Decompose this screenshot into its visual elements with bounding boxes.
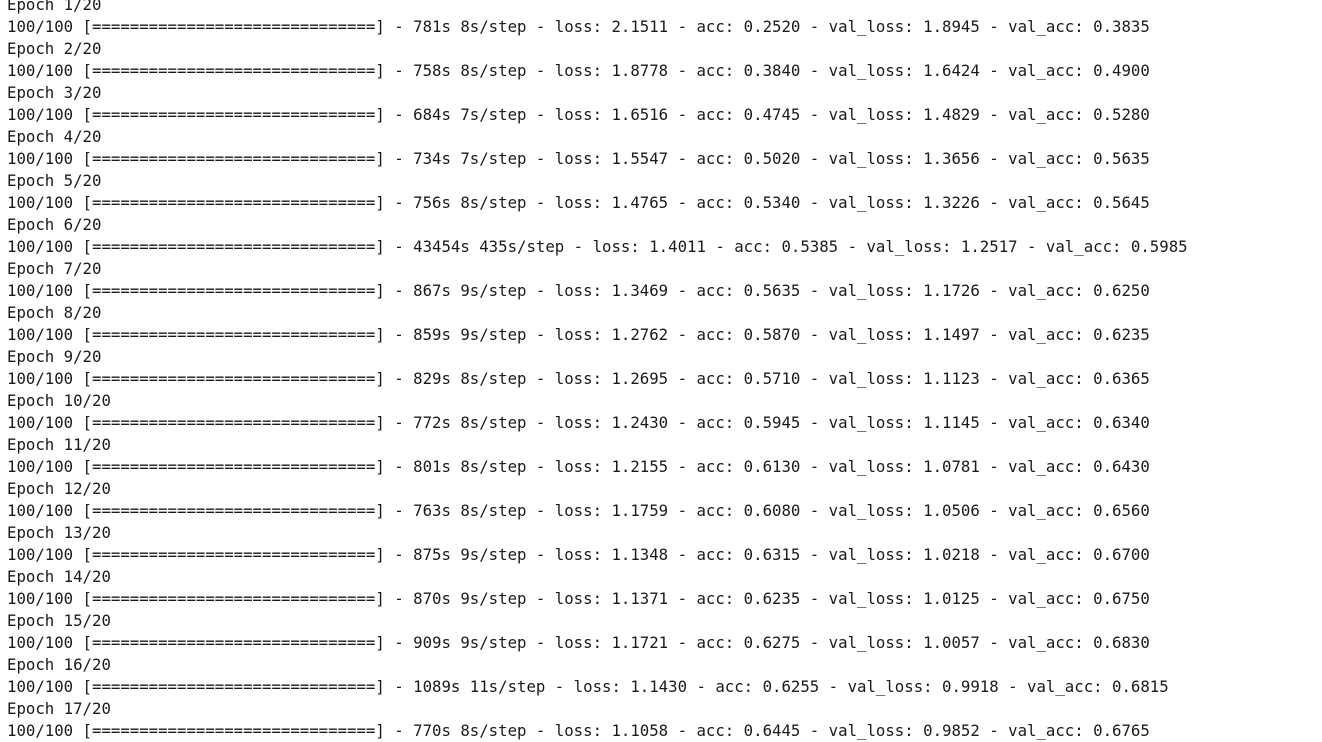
epoch-header: Epoch 14/20 xyxy=(7,567,111,586)
epoch-block: Epoch 13/20 100/100 [===================… xyxy=(7,522,1322,566)
epoch-progress-line: 100/100 [==============================]… xyxy=(7,589,1150,608)
epoch-block: Epoch 11/20 100/100 [===================… xyxy=(7,434,1322,478)
epoch-block: Epoch 1/20 100/100 [====================… xyxy=(7,0,1322,38)
epoch-progress-line: 100/100 [==============================]… xyxy=(7,193,1150,212)
epoch-progress-line: 100/100 [==============================]… xyxy=(7,369,1150,388)
epoch-header: Epoch 3/20 xyxy=(7,83,102,102)
epoch-block: Epoch 6/20 100/100 [====================… xyxy=(7,214,1322,258)
epoch-header: Epoch 5/20 xyxy=(7,171,102,190)
epoch-header: Epoch 13/20 xyxy=(7,523,111,542)
epoch-block: Epoch 5/20 100/100 [====================… xyxy=(7,170,1322,214)
epoch-block: Epoch 15/20 100/100 [===================… xyxy=(7,610,1322,654)
epoch-block: Epoch 16/20 100/100 [===================… xyxy=(7,654,1322,698)
epoch-progress-line: 100/100 [==============================]… xyxy=(7,17,1150,36)
epoch-header: Epoch 11/20 xyxy=(7,435,111,454)
epoch-progress-line: 100/100 [==============================]… xyxy=(7,721,1150,740)
epoch-progress-line: 100/100 [==============================]… xyxy=(7,633,1150,652)
epoch-header: Epoch 9/20 xyxy=(7,347,102,366)
epoch-header: Epoch 7/20 xyxy=(7,259,102,278)
epoch-block: Epoch 4/20 100/100 [====================… xyxy=(7,126,1322,170)
epoch-block: Epoch 17/20 100/100 [===================… xyxy=(7,698,1322,742)
training-log-output[interactable]: Epoch 1/20 100/100 [====================… xyxy=(0,0,1322,742)
epoch-progress-line: 100/100 [==============================]… xyxy=(7,61,1150,80)
epoch-block: Epoch 12/20 100/100 [===================… xyxy=(7,478,1322,522)
epoch-header: Epoch 4/20 xyxy=(7,127,102,146)
epoch-block: Epoch 8/20 100/100 [====================… xyxy=(7,302,1322,346)
epoch-block: Epoch 7/20 100/100 [====================… xyxy=(7,258,1322,302)
epoch-progress-line: 100/100 [==============================]… xyxy=(7,457,1150,476)
epoch-header: Epoch 15/20 xyxy=(7,611,111,630)
epoch-header: Epoch 6/20 xyxy=(7,215,102,234)
epoch-block: Epoch 9/20 100/100 [====================… xyxy=(7,346,1322,390)
epoch-block: Epoch 3/20 100/100 [====================… xyxy=(7,82,1322,126)
epoch-header: Epoch 16/20 xyxy=(7,655,111,674)
epoch-block: Epoch 10/20 100/100 [===================… xyxy=(7,390,1322,434)
epoch-block: Epoch 14/20 100/100 [===================… xyxy=(7,566,1322,610)
epoch-header: Epoch 12/20 xyxy=(7,479,111,498)
epoch-header: Epoch 2/20 xyxy=(7,39,102,58)
epoch-progress-line: 100/100 [==============================]… xyxy=(7,149,1150,168)
epoch-progress-line: 100/100 [==============================]… xyxy=(7,545,1150,564)
epoch-progress-line: 100/100 [==============================]… xyxy=(7,501,1150,520)
epoch-progress-line: 100/100 [==============================]… xyxy=(7,105,1150,124)
epoch-header: Epoch 10/20 xyxy=(7,391,111,410)
epoch-block: Epoch 2/20 100/100 [====================… xyxy=(7,38,1322,82)
epoch-header: Epoch 1/20 xyxy=(7,0,102,14)
epoch-header: Epoch 8/20 xyxy=(7,303,102,322)
epoch-progress-line: 100/100 [==============================]… xyxy=(7,281,1150,300)
epoch-header: Epoch 17/20 xyxy=(7,699,111,718)
epoch-progress-line: 100/100 [==============================]… xyxy=(7,677,1169,696)
epoch-progress-line: 100/100 [==============================]… xyxy=(7,413,1150,432)
epoch-progress-line: 100/100 [==============================]… xyxy=(7,325,1150,344)
epoch-progress-line: 100/100 [==============================]… xyxy=(7,237,1188,256)
